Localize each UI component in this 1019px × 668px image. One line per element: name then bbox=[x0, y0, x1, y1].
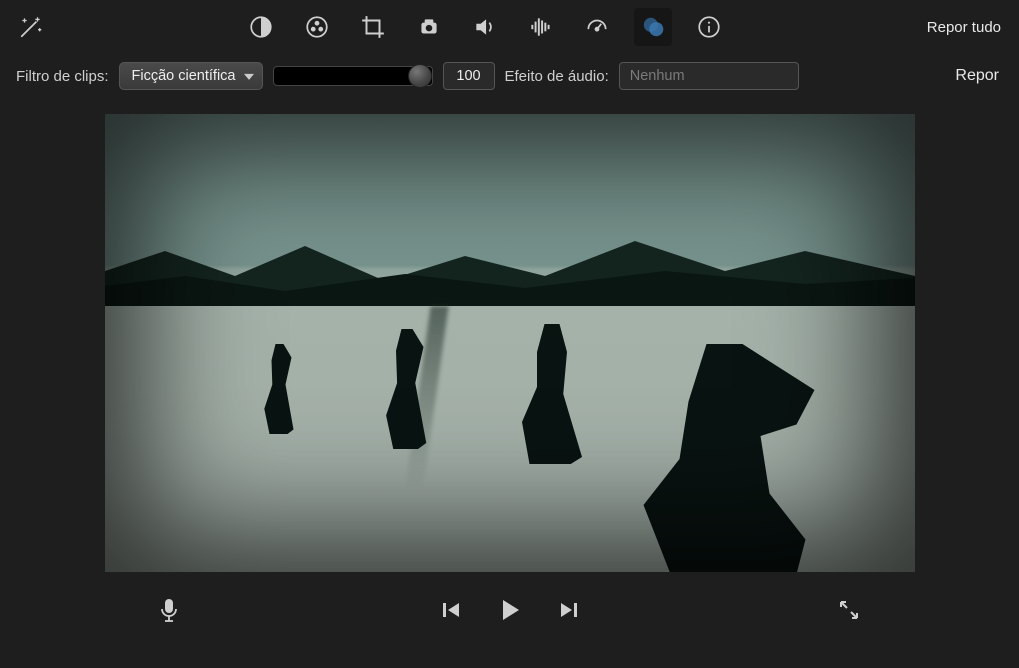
color-correction-icon[interactable] bbox=[298, 8, 336, 46]
noise-reduction-icon[interactable] bbox=[522, 8, 560, 46]
filter-intensity-value[interactable]: 100 bbox=[443, 62, 495, 90]
play-button[interactable] bbox=[496, 596, 524, 624]
filters-icon[interactable] bbox=[634, 8, 672, 46]
previous-frame-button[interactable] bbox=[440, 599, 462, 621]
next-frame-button[interactable] bbox=[558, 599, 580, 621]
enhance-icon[interactable] bbox=[12, 8, 50, 46]
reset-button[interactable]: Repor bbox=[951, 65, 1003, 87]
audio-effect-label: Efeito de áudio: bbox=[505, 68, 609, 85]
preview-background bbox=[105, 226, 915, 306]
reset-all-button[interactable]: Repor tudo bbox=[921, 15, 1007, 40]
microphone-icon[interactable] bbox=[158, 597, 180, 623]
video-preview[interactable] bbox=[105, 114, 915, 572]
clip-filter-value: Ficção científica bbox=[132, 68, 236, 84]
fullscreen-icon[interactable] bbox=[837, 598, 861, 622]
audio-effect-dropdown[interactable]: Nenhum bbox=[619, 62, 799, 90]
volume-icon[interactable] bbox=[466, 8, 504, 46]
slider-knob[interactable] bbox=[408, 64, 432, 88]
clip-filter-dropdown[interactable]: Ficção científica bbox=[119, 62, 263, 90]
audio-effect-placeholder: Nenhum bbox=[630, 68, 685, 84]
color-balance-icon[interactable] bbox=[242, 8, 280, 46]
info-icon[interactable] bbox=[690, 8, 728, 46]
crop-icon[interactable] bbox=[354, 8, 392, 46]
clip-filter-label: Filtro de clips: bbox=[16, 68, 109, 85]
stabilize-icon[interactable] bbox=[410, 8, 448, 46]
filter-intensity-slider[interactable] bbox=[273, 66, 433, 86]
speed-icon[interactable] bbox=[578, 8, 616, 46]
